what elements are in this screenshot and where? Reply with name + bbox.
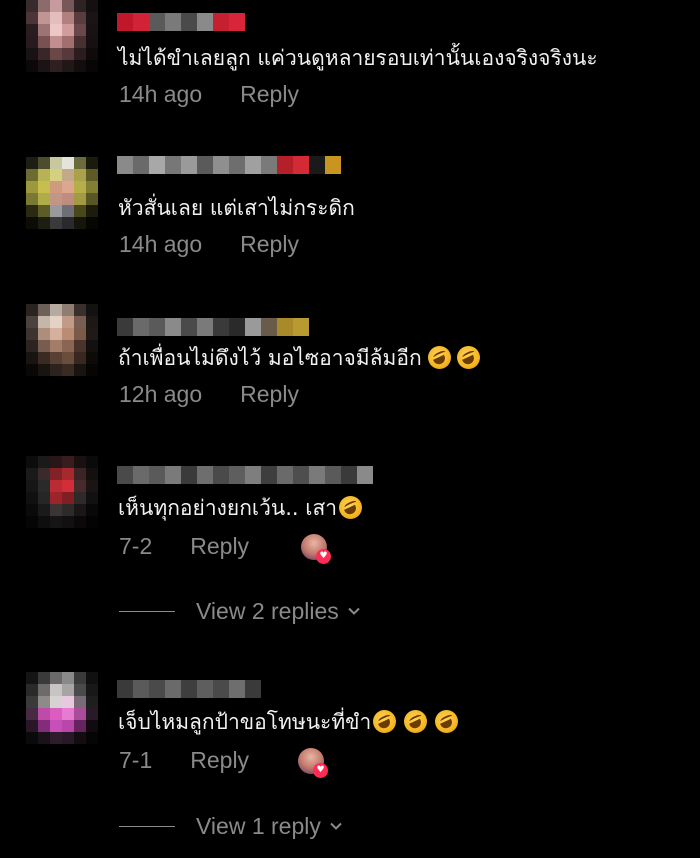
reply-button[interactable]: Reply	[190, 533, 249, 559]
timestamp: 14h ago	[119, 81, 203, 107]
avatar[interactable]	[26, 672, 98, 744]
comment-text: เจ็บไหมลูกป้าขอโทษนะที่ขำ	[118, 708, 459, 736]
rofl-emoji-icon	[339, 496, 363, 519]
username[interactable]	[117, 156, 341, 174]
view-replies-button[interactable]: View 2 replies	[119, 597, 361, 625]
creator-liked-badge-icon: ♥	[298, 748, 328, 778]
comment-meta: 14h ago Reply	[119, 230, 299, 258]
reply-button[interactable]: Reply	[240, 231, 299, 257]
comment-text: ไม่ได้ขำเลยลูก แค่วนดูหลายรอบเท่านั้นเอง…	[118, 46, 598, 70]
comment-meta: 7-2 Reply	[119, 532, 249, 560]
username[interactable]	[117, 680, 261, 698]
rofl-emoji-icon	[456, 346, 480, 369]
rofl-emoji-icon	[435, 710, 459, 733]
comment-meta: 14h ago Reply	[119, 80, 299, 108]
username[interactable]	[117, 13, 245, 31]
divider-line	[119, 610, 175, 612]
timestamp: 12h ago	[119, 381, 203, 407]
creator-liked-badge-icon: ♥	[301, 534, 331, 564]
reply-button[interactable]: Reply	[190, 747, 249, 773]
avatar[interactable]	[26, 304, 98, 376]
comment-text: หัวสั่นเลย แต่เสาไม่กระดิก	[118, 196, 355, 220]
comment-text: เห็นทุกอย่างยกเว้น.. เสา	[118, 494, 363, 522]
comment-text: ถ้าเพื่อนไม่ดึงไว้ มอไซอาจมีล้มอีก	[118, 344, 480, 372]
username[interactable]	[117, 466, 373, 484]
timestamp: 7-2	[119, 533, 153, 559]
rofl-emoji-icon	[404, 710, 428, 733]
view-replies-button[interactable]: View 1 reply	[119, 812, 343, 840]
timestamp: 14h ago	[119, 231, 203, 257]
avatar[interactable]	[26, 0, 98, 72]
rofl-emoji-icon	[427, 346, 451, 369]
avatar[interactable]	[26, 157, 98, 229]
reply-button[interactable]: Reply	[240, 81, 299, 107]
username[interactable]	[117, 318, 309, 336]
divider-line	[119, 825, 175, 827]
rofl-emoji-icon	[373, 710, 397, 733]
comment-meta: 12h ago Reply	[119, 380, 299, 408]
comment-meta: 7-1 Reply	[119, 746, 249, 774]
chevron-down-icon	[330, 822, 342, 830]
reply-button[interactable]: Reply	[240, 381, 299, 407]
avatar[interactable]	[26, 456, 98, 528]
chevron-down-icon	[348, 607, 360, 615]
timestamp: 7-1	[119, 747, 153, 773]
